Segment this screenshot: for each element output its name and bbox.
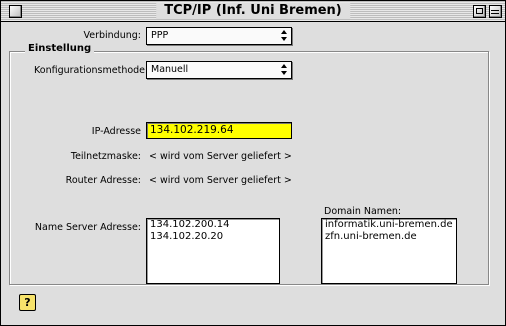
connection-popup[interactable]: PPP bbox=[146, 27, 292, 45]
close-box-icon[interactable] bbox=[9, 5, 22, 18]
domain-names-label: Domain Namen: bbox=[324, 206, 402, 217]
config-method-popup[interactable]: Manuell bbox=[146, 61, 292, 79]
name-server-entry: 134.102.20.20 bbox=[150, 231, 224, 242]
domain-name-entry: zfn.uni-bremen.de bbox=[325, 231, 417, 242]
window-title: TCP/IP (Inf. Uni Bremen) bbox=[156, 3, 350, 19]
ip-address-field[interactable]: 134.102.219.64 bbox=[146, 122, 292, 139]
zoom-box-icon[interactable] bbox=[473, 5, 486, 18]
collapse-box-icon[interactable] bbox=[489, 5, 502, 18]
subnet-mask-label: Teilnetzmaske: bbox=[70, 151, 141, 162]
settings-group-title: Einstellung bbox=[25, 43, 95, 54]
title-bar[interactable]: TCP/IP (Inf. Uni Bremen) bbox=[1, 1, 505, 22]
router-address-value: < wird vom Server geliefert > bbox=[149, 175, 292, 186]
domain-names-textbox[interactable]: informatik.uni-bremen.de zfn.uni-bremen.… bbox=[321, 218, 457, 284]
tcpip-window: TCP/IP (Inf. Uni Bremen) Verbindung: PPP… bbox=[0, 0, 506, 326]
name-server-label: Name Server Adresse: bbox=[34, 222, 141, 233]
subnet-mask-value: < wird vom Server geliefert > bbox=[149, 151, 292, 162]
connection-value: PPP bbox=[151, 30, 169, 41]
popup-arrows-icon bbox=[281, 64, 287, 75]
ip-address-value: 134.102.219.64 bbox=[150, 124, 234, 136]
router-address-label: Router Adresse: bbox=[65, 175, 141, 186]
domain-name-entry: informatik.uni-bremen.de bbox=[325, 219, 453, 230]
name-server-entry: 134.102.200.14 bbox=[150, 219, 230, 230]
help-question-icon[interactable]: ? bbox=[19, 294, 36, 311]
popup-arrows-icon bbox=[281, 30, 287, 41]
config-method-value: Manuell bbox=[151, 64, 189, 75]
connection-label: Verbindung: bbox=[83, 30, 141, 41]
ip-address-label: IP-Adresse bbox=[91, 126, 141, 137]
config-method-label: Konfigurationsmethode: bbox=[34, 65, 149, 76]
name-server-textbox[interactable]: 134.102.200.14 134.102.20.20 bbox=[146, 218, 280, 284]
